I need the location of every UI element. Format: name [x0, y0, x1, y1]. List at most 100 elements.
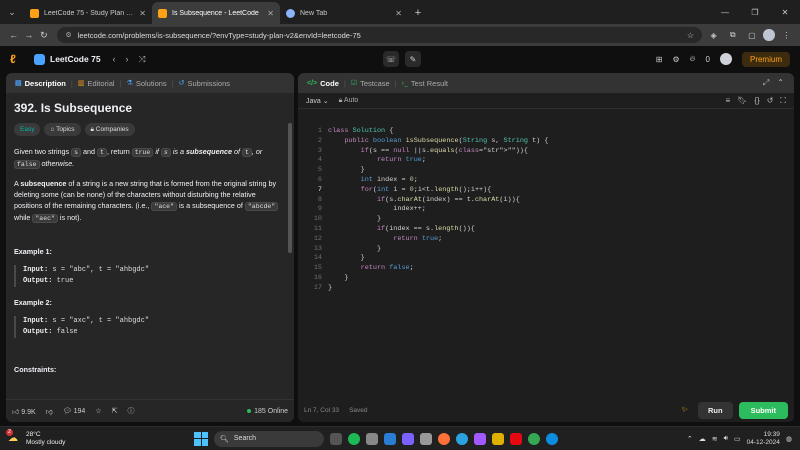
bookmark-icon[interactable]: 🔖︎ [737, 96, 747, 106]
layout-icon[interactable]: ⊞ [656, 55, 663, 64]
browser-tab-is-subsequence[interactable]: Is Subsequence - LeetCode ✕ [152, 2, 280, 24]
tab-code[interactable]: </> Code [302, 79, 344, 88]
code-line[interactable]: 15 return false; [298, 264, 794, 274]
wifi-icon[interactable]: ≋ [712, 435, 718, 443]
tab-testcase[interactable]: ☑ Testcase [346, 79, 395, 88]
code-line[interactable]: 5 } [298, 166, 794, 176]
share-icon[interactable]: ⇱ [112, 407, 118, 415]
clock[interactable]: 19:39 04-12-2024 [747, 431, 780, 447]
url-field[interactable]: ⚙ leetcode.com/problems/is-subsequence/?… [57, 27, 703, 43]
code-line[interactable]: 17} [298, 284, 794, 294]
windows-start-icon[interactable] [194, 431, 208, 446]
bookmark-star-icon[interactable]: ☆ [687, 31, 694, 40]
close-tab-icon[interactable]: ✕ [395, 9, 402, 18]
grid-app-icon[interactable] [366, 432, 378, 445]
edge-icon[interactable] [546, 432, 558, 445]
task-view-icon[interactable] [330, 432, 342, 445]
problem-list-button[interactable]: LeetCode 75 [34, 53, 101, 65]
code-line[interactable]: 14 } [298, 254, 794, 264]
code-line[interactable]: 8 if(s.charAt(index) == t.charAt(i)){ [298, 196, 794, 206]
like-button[interactable]: 👍︎ 9.9K [12, 407, 36, 416]
maximize-panel-icon[interactable]: ⤢ [763, 78, 769, 88]
notifications-icon[interactable]: ◍ [786, 435, 792, 443]
code-line[interactable]: 6 int index = 0; [298, 176, 794, 186]
browser-menu-icon[interactable]: ⋮ [779, 27, 794, 43]
topics-badge[interactable]: ⌂ Topics [44, 123, 81, 136]
leetcode-logo-icon[interactable]: ℓ [10, 52, 26, 66]
new-tab-button[interactable]: + [408, 2, 428, 24]
code-editor[interactable]: 1 class Solution {2 public boolean isSubs… [298, 113, 794, 397]
tab-search-icon[interactable]: ⌄ [0, 0, 24, 24]
code-line[interactable]: 12 return true; [298, 235, 794, 245]
tab-solutions[interactable]: ⚗ Solutions [122, 79, 172, 88]
netflix-icon[interactable] [510, 432, 522, 445]
minimize-icon[interactable]: — [710, 8, 740, 17]
premium-button[interactable]: Premium [741, 51, 790, 67]
settings-gear-icon[interactable]: ⚙ [672, 55, 679, 64]
code-line[interactable]: 10 } [298, 215, 794, 225]
run-button[interactable]: Run [697, 401, 733, 419]
tab-description[interactable]: ▤ Description [10, 79, 71, 88]
chevron-up-icon[interactable]: ⌃ [687, 435, 693, 443]
taskbar-search[interactable]: 🔍︎ Search [214, 430, 324, 447]
companies-badge[interactable]: 🔒︎ Companies [84, 123, 135, 136]
spotify-icon[interactable] [348, 432, 360, 445]
profile-avatar[interactable] [763, 29, 775, 41]
problem-title[interactable]: 392. Is Subsequence [14, 102, 286, 114]
tab-test-result[interactable]: ›_ Test Result [397, 79, 453, 88]
maximize-icon[interactable]: ❐ [740, 8, 770, 17]
magic-wand-icon[interactable]: ✨︎ [681, 405, 688, 415]
dislike-icon[interactable]: 👎︎ [46, 407, 53, 416]
code-line[interactable]: 9 index++; [298, 205, 794, 215]
comments-button[interactable]: 💬︎ 194 [63, 407, 86, 415]
code-line[interactable]: 2 public boolean isSubsequence(String s,… [298, 137, 794, 147]
code-line[interactable]: 16 } [298, 274, 794, 284]
submit-button[interactable]: Submit [738, 401, 788, 419]
notes-app-icon[interactable] [492, 432, 504, 445]
language-select[interactable]: Java ⌄ [306, 97, 329, 105]
code-line[interactable]: 4 return true; [298, 156, 794, 166]
code-line[interactable]: 13 } [298, 245, 794, 255]
code-line[interactable]: 3 if(s == null ||s.equals(class="str">""… [298, 147, 794, 157]
fire-streak-icon[interactable]: 🔥︎ [690, 54, 696, 64]
notes-icon[interactable]: ✎ [405, 51, 421, 67]
tab-submissions[interactable]: ↺ Submissions [174, 79, 235, 88]
fullscreen-icon[interactable]: ⛶ [780, 96, 786, 106]
cloud-icon[interactable]: ☁ [699, 435, 706, 443]
close-tab-icon[interactable]: ✕ [267, 9, 274, 18]
settings-app-icon[interactable] [420, 432, 432, 445]
browser-tab-new-tab[interactable]: New Tab ✕ [280, 2, 408, 24]
auto-mode-toggle[interactable]: 🔒︎ Auto [339, 97, 359, 105]
code-line[interactable]: 1 class Solution { [298, 127, 794, 137]
battery-icon[interactable]: ▭ [734, 435, 741, 443]
word-icon[interactable] [384, 432, 396, 445]
chrome-icon[interactable] [528, 432, 540, 445]
extension-icon[interactable]: ◈ [706, 27, 721, 43]
close-window-icon[interactable]: ✕ [770, 8, 800, 17]
back-icon[interactable]: ← [6, 30, 21, 40]
reset-icon[interactable]: ↺ [767, 96, 774, 106]
code-line[interactable]: 7 for(int i = 0;i<t.length();i++){ [298, 186, 794, 196]
problem-nav-arrows[interactable]: ‹›⤨ [113, 54, 156, 65]
figma-icon[interactable] [474, 432, 486, 445]
favorite-star-icon[interactable]: ☆ [95, 407, 101, 415]
format-icon[interactable]: ≡ [726, 96, 731, 106]
code-line[interactable]: 11 if(index == s.length()){ [298, 225, 794, 235]
help-icon[interactable]: ⓘ [127, 406, 134, 416]
extensions-puzzle-icon[interactable]: ⧉ [725, 27, 740, 43]
volume-icon[interactable]: 🔊︎ [724, 435, 728, 443]
browser-tab-study-plan[interactable]: LeetCode 75 - Study Plan - LeetCode ✕ [24, 2, 152, 24]
description-scrollbar[interactable] [288, 123, 292, 253]
telegram-icon[interactable] [456, 432, 468, 445]
close-tab-icon[interactable]: ✕ [139, 9, 146, 18]
copilot-icon[interactable] [402, 432, 414, 445]
sidebar-icon[interactable]: ▢ [744, 27, 759, 43]
forward-icon[interactable]: → [21, 30, 36, 40]
weather-widget[interactable]: ☁ 2 28°C Mostly cloudy [0, 428, 190, 447]
reload-icon[interactable]: ↻ [36, 30, 51, 41]
site-info-icon[interactable]: ⚙ [65, 31, 71, 39]
firefox-icon[interactable] [438, 432, 450, 445]
collapse-panel-icon[interactable]: ⌃ [777, 78, 784, 88]
user-avatar[interactable] [719, 53, 732, 65]
braces-icon[interactable]: {} [754, 96, 759, 106]
